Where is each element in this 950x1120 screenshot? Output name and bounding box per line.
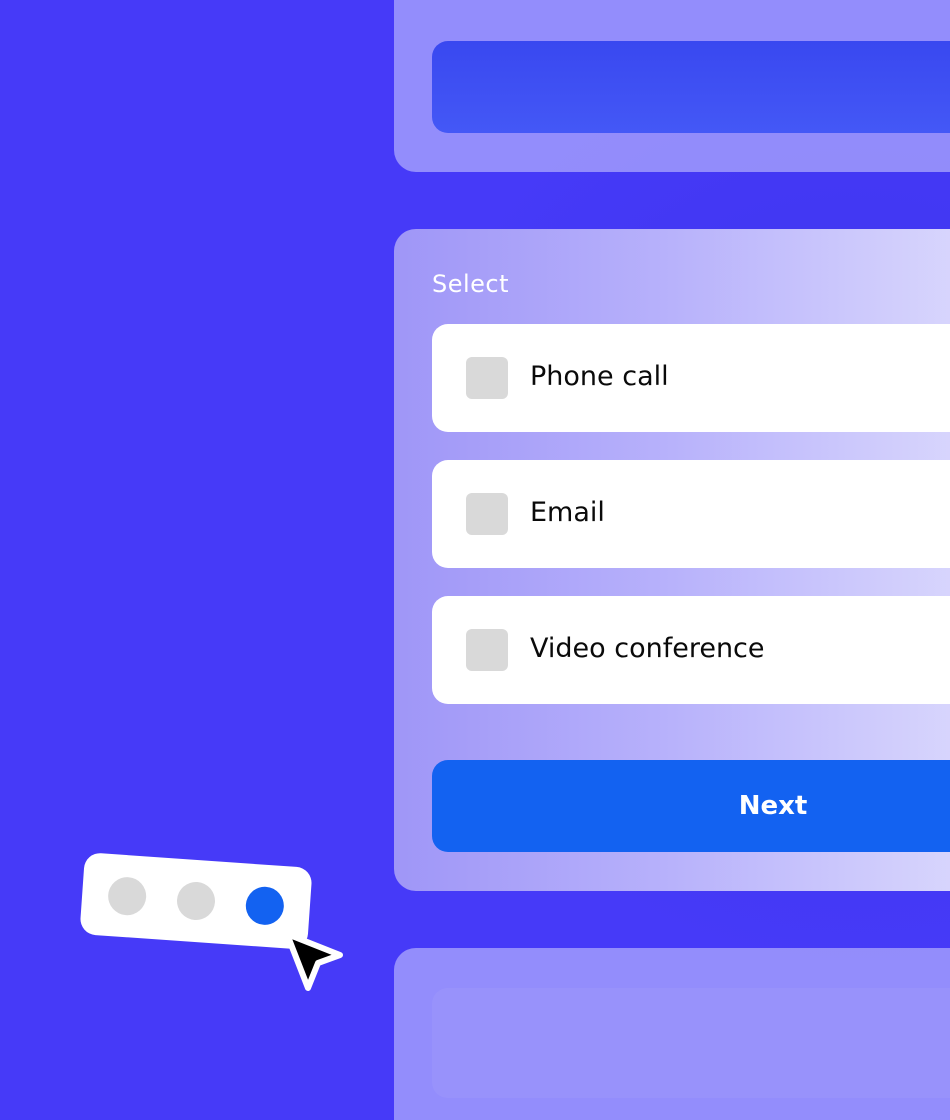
pager-dot-1[interactable]: [106, 875, 148, 917]
next-step-card: [394, 948, 950, 1120]
option-video-conference[interactable]: Video conference: [432, 596, 950, 704]
step-pager: [79, 852, 313, 950]
select-card: Select Phone call Email Video conference…: [394, 229, 950, 891]
option-email[interactable]: Email: [432, 460, 950, 568]
page: Select Phone call Email Video conference…: [0, 0, 950, 1120]
checkbox[interactable]: [466, 357, 508, 399]
previous-step-card: [394, 0, 950, 172]
option-label: Phone call: [530, 361, 669, 392]
pager-dot-3[interactable]: [244, 885, 286, 927]
option-label: Email: [530, 497, 605, 528]
next-step-bar: [432, 988, 950, 1098]
next-button-label: Next: [738, 791, 808, 821]
checkbox[interactable]: [466, 629, 508, 671]
previous-step-bar[interactable]: [432, 41, 950, 133]
checkbox[interactable]: [466, 493, 508, 535]
option-phone-call[interactable]: Phone call: [432, 324, 950, 432]
select-heading: Select: [432, 270, 510, 298]
option-label: Video conference: [530, 633, 765, 664]
pager-dot-2[interactable]: [175, 880, 217, 922]
next-button[interactable]: Next: [432, 760, 950, 852]
mouse-pointer-icon: [284, 931, 343, 991]
